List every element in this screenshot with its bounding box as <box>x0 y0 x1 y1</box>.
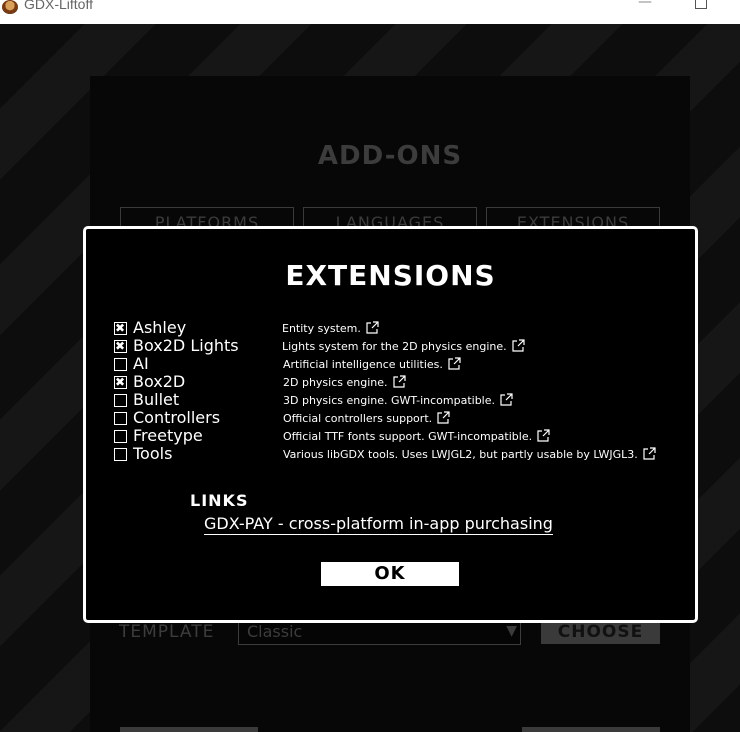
extension-name[interactable]: Tools <box>133 444 172 463</box>
extension-description: Official controllers support. <box>283 411 450 427</box>
extension-description-text: Various libGDX tools. Uses LWJGL2, but p… <box>283 448 638 461</box>
extension-description: 3D physics engine. GWT-incompatible. <box>283 393 513 409</box>
extension-checkbox[interactable] <box>114 448 127 461</box>
app-icon <box>2 0 18 14</box>
external-link-icon[interactable] <box>512 339 525 355</box>
gdx-pay-link[interactable]: GDX-PAY - cross-platform in-app purchasi… <box>204 514 553 535</box>
extension-checkbox[interactable] <box>114 338 127 354</box>
extension-description: Entity system. <box>282 321 379 337</box>
minimize-button[interactable]: — <box>638 0 652 10</box>
extension-name[interactable]: Controllers <box>133 408 220 427</box>
dialog-title: EXTENSIONS <box>285 259 496 292</box>
extension-description: Various libGDX tools. Uses LWJGL2, but p… <box>283 447 656 463</box>
ok-button[interactable]: OK <box>320 561 460 587</box>
dropdown-arrow-icon: ▼ <box>506 623 517 639</box>
external-link-icon[interactable] <box>366 321 379 337</box>
external-link-icon[interactable] <box>500 393 513 409</box>
extension-description: Official TTF fonts support. GWT-incompat… <box>283 429 550 445</box>
external-link-icon[interactable] <box>437 411 450 427</box>
extension-name[interactable]: Box2D <box>133 372 185 391</box>
extension-name[interactable]: Bullet <box>133 390 179 409</box>
extension-name[interactable]: AI <box>133 354 149 373</box>
extension-description-text: Official controllers support. <box>283 412 433 425</box>
links-title: LINKS <box>190 491 249 510</box>
extension-description-text: 2D physics engine. <box>283 376 388 389</box>
external-link-icon[interactable] <box>537 429 550 445</box>
choose-button[interactable]: CHOOSE <box>541 620 660 644</box>
template-label: TEMPLATE <box>119 622 215 642</box>
bottom-left-button[interactable] <box>120 727 258 732</box>
window-title: GDX-Liftoff <box>24 0 93 12</box>
extension-description-text: 3D physics engine. GWT-incompatible. <box>283 394 495 407</box>
title-bar: GDX-Liftoff — <box>0 0 740 24</box>
template-select[interactable]: Classic ▼ <box>238 620 521 645</box>
extension-name[interactable]: Ashley <box>133 318 186 337</box>
extension-checkbox[interactable] <box>114 412 127 425</box>
external-link-icon[interactable] <box>392 375 406 391</box>
extension-description-text: Lights system for the 2D physics engine. <box>282 340 507 353</box>
template-value: Classic <box>247 622 303 641</box>
extension-checkbox[interactable] <box>114 394 127 407</box>
bottom-right-button[interactable] <box>522 727 660 732</box>
extension-description-text: Artificial intelligence utilities. <box>283 358 443 371</box>
extension-checkbox[interactable] <box>114 358 127 371</box>
extension-description-text: Entity system. <box>282 322 361 335</box>
external-link-icon[interactable] <box>448 357 461 373</box>
extension-description-text: Official TTF fonts support. GWT-incompat… <box>283 430 533 443</box>
extensions-dialog: EXTENSIONS Ashley Entity system. Box2D Lig… <box>83 226 698 623</box>
extension-checkbox[interactable] <box>114 430 127 443</box>
extension-checkbox[interactable] <box>114 320 127 336</box>
external-link-icon[interactable] <box>643 447 656 463</box>
extension-description: 2D physics engine. <box>283 375 406 391</box>
extension-checkbox[interactable] <box>114 374 127 390</box>
extension-name[interactable]: Freetype <box>133 426 203 445</box>
extension-description: Lights system for the 2D physics engine. <box>282 339 525 355</box>
extension-name[interactable]: Box2D Lights <box>133 336 239 355</box>
maximize-button[interactable] <box>695 0 707 9</box>
addons-title: ADD-ONS <box>317 141 463 171</box>
extension-description: Artificial intelligence utilities. <box>283 357 461 373</box>
